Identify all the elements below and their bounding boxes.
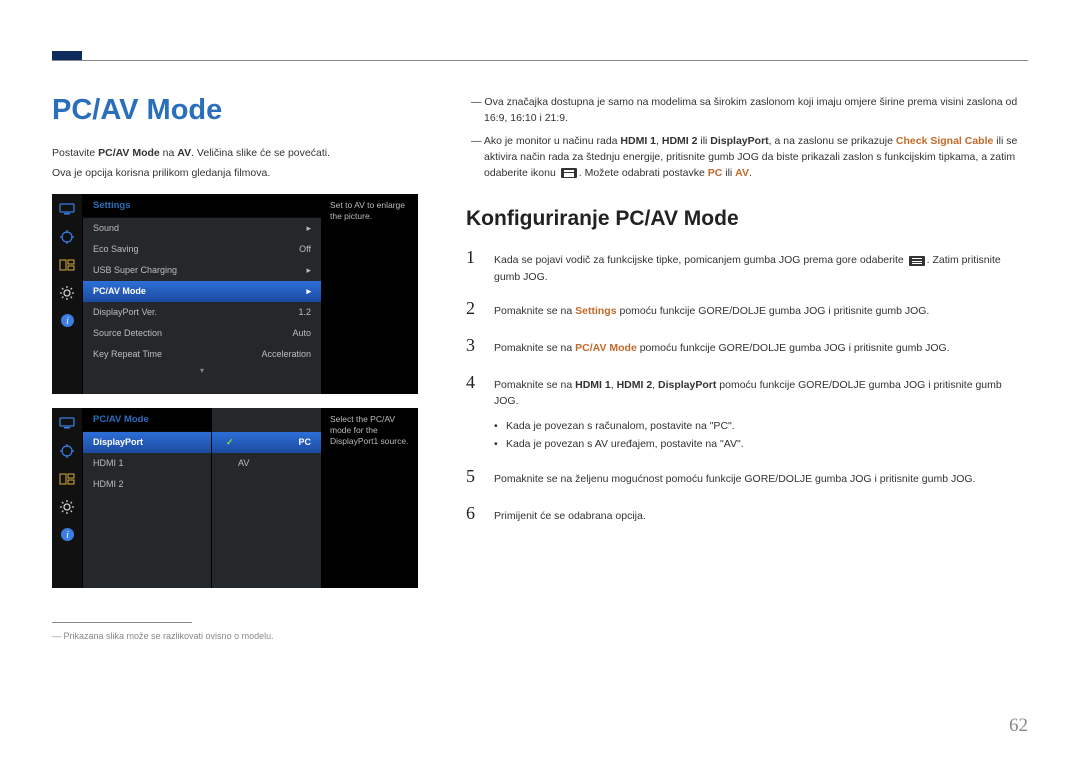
bullet-pc: Kada je povezan s računalom, postavite n… — [494, 418, 1028, 436]
osd-pcav: i PC/AV Mode DisplayPort HDMI 1 HDMI 2 ✓… — [52, 408, 418, 588]
osd2-menu: PC/AV Mode DisplayPort HDMI 1 HDMI 2 — [82, 408, 212, 588]
osd-header: Settings — [83, 194, 321, 218]
step-num: 6 — [466, 499, 480, 528]
footnote-rule — [52, 622, 192, 623]
osd-row-keyrep[interactable]: Key Repeat TimeAcceleration — [83, 344, 321, 365]
chevron-right-icon — [306, 223, 311, 234]
bullets: Kada je povezan s računalom, postavite n… — [494, 418, 1028, 454]
step-num: 3 — [466, 331, 480, 360]
osd-row-srcdet[interactable]: Source DetectionAuto — [83, 323, 321, 344]
osd-side-icons: i — [52, 194, 82, 394]
step-6: 6 Primijenit će se odabrana opcija. — [466, 499, 1028, 528]
step-num: 4 — [466, 368, 480, 397]
osd-row-dpver[interactable]: DisplayPort Ver.1.2 — [83, 302, 321, 323]
check-icon: ✓ — [226, 437, 234, 448]
osd-menu: Settings Sound Eco SavingOff USB Super C… — [82, 194, 322, 394]
osd2-row-dp[interactable]: DisplayPort — [83, 432, 211, 453]
menu-icon — [561, 168, 577, 178]
right-column: ― Ova značajka dostupna je samo na model… — [466, 94, 1028, 641]
step-body: Pomaknite se na PC/AV Mode pomoću funkci… — [494, 340, 950, 357]
osd2-submenu: ✓PC AV — [212, 408, 322, 588]
osd2-row-hdmi2[interactable]: HDMI 2 — [83, 474, 211, 495]
step-4: 4 Pomaknite se na HDMI 1, HDMI 2, Displa… — [466, 368, 1028, 411]
step-body: Primijenit će se odabrana opcija. — [494, 508, 646, 525]
monitor-icon — [58, 414, 76, 432]
note-2: ― Ako je monitor u načinu rada HDMI 1, H… — [466, 133, 1028, 182]
gear-icon — [58, 498, 76, 516]
note-1: ― Ova značajka dostupna je samo na model… — [466, 94, 1028, 127]
target-icon — [58, 228, 76, 246]
svg-text:i: i — [66, 530, 69, 541]
chevron-down-icon: ▾ — [200, 366, 204, 375]
step-1: 1 Kada se pojavi vodič za funkcijske tip… — [466, 243, 1028, 286]
layout-icon — [58, 256, 76, 274]
page-title: PC/AV Mode — [52, 94, 422, 127]
page-number: 62 — [1009, 715, 1028, 737]
target-icon — [58, 442, 76, 460]
bullet-av: Kada je povezan s AV uređajem, postavite… — [494, 436, 1028, 454]
intro-line-2: Ova je opcija korisna prilikom gledanja … — [52, 165, 422, 181]
layout-icon — [58, 470, 76, 488]
osd-row-sound[interactable]: Sound — [83, 218, 321, 239]
step-num: 2 — [466, 294, 480, 323]
intro-line-1: Postavite PC/AV Mode na AV. Veličina sli… — [52, 145, 422, 161]
osd2-row-hdmi1[interactable]: HDMI 1 — [83, 453, 211, 474]
chevron-right-icon — [306, 286, 311, 297]
step-body: Kada se pojavi vodič za funkcijske tipke… — [494, 252, 1028, 286]
osd-row-pcav[interactable]: PC/AV Mode — [83, 281, 321, 302]
page-content: PC/AV Mode Postavite PC/AV Mode na AV. V… — [52, 94, 1028, 641]
footnote: ― Prikazana slika može se razlikovati ov… — [52, 631, 422, 641]
osd2-help: Select the PC/AV mode for the DisplayPor… — [322, 408, 418, 588]
osd-row-usb[interactable]: USB Super Charging — [83, 260, 321, 281]
step-body: Pomaknite se na HDMI 1, HDMI 2, DisplayP… — [494, 377, 1028, 411]
osd-row-eco[interactable]: Eco SavingOff — [83, 239, 321, 260]
header-rule — [52, 60, 1028, 61]
info-icon: i — [58, 312, 76, 330]
osd-help: Set to AV to enlarge the picture. — [322, 194, 418, 394]
osd-settings: i Settings Sound Eco SavingOff USB Super… — [52, 194, 418, 394]
gear-icon — [58, 284, 76, 302]
svg-text:i: i — [66, 316, 69, 327]
step-5: 5 Pomaknite se na željenu mogućnost pomo… — [466, 462, 1028, 491]
left-column: PC/AV Mode Postavite PC/AV Mode na AV. V… — [52, 94, 422, 641]
chevron-right-icon — [306, 265, 311, 276]
step-num: 1 — [466, 243, 480, 272]
menu-icon — [909, 256, 925, 266]
step-body: Pomaknite se na željenu mogućnost pomoću… — [494, 471, 975, 488]
osd-side-icons: i — [52, 408, 82, 588]
step-body: Pomaknite se na Settings pomoću funkcije… — [494, 303, 929, 320]
step-3: 3 Pomaknite se na PC/AV Mode pomoću funk… — [466, 331, 1028, 360]
info-icon: i — [58, 526, 76, 544]
header-accent — [52, 51, 82, 60]
osd2-sub-pc[interactable]: ✓PC — [212, 432, 321, 453]
section-title: Konfiguriranje PC/AV Mode — [466, 207, 1028, 231]
osd2-header: PC/AV Mode — [83, 408, 211, 432]
step-2: 2 Pomaknite se na Settings pomoću funkci… — [466, 294, 1028, 323]
monitor-icon — [58, 200, 76, 218]
step-num: 5 — [466, 462, 480, 491]
osd2-sub-av[interactable]: AV — [212, 453, 321, 474]
